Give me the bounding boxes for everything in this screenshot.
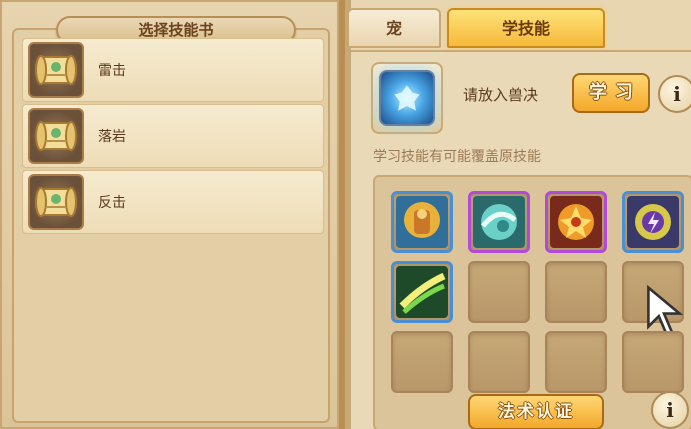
tab-bar: 宠 学技能: [347, 0, 691, 52]
panel-title-text: 选择技能书: [138, 21, 214, 39]
tab-pet[interactable]: 宠: [347, 8, 441, 48]
skill-book-item[interactable]: 落岩: [22, 104, 324, 168]
green-slash-skill-icon: [396, 266, 448, 318]
skill-slot[interactable]: [468, 191, 530, 253]
skill-book-scroll-icon: [28, 174, 84, 230]
skill-book-panel: 选择技能书 雷击 落岩 反击: [0, 0, 345, 429]
empty-skill-slot[interactable]: [622, 331, 684, 393]
skill-book-scroll-icon: [28, 108, 84, 164]
skill-book-item[interactable]: 反击: [22, 170, 324, 234]
skill-book-list: 雷击 落岩 反击: [22, 38, 324, 236]
info-icon[interactable]: i: [658, 75, 691, 113]
learn-button[interactable]: 学习: [572, 73, 650, 113]
beast-book-slot[interactable]: [371, 62, 443, 134]
skill-book-item[interactable]: 雷击: [22, 38, 324, 102]
blue-crystal-book-icon: [379, 70, 435, 126]
info-icon[interactable]: i: [651, 391, 689, 429]
mouse-cursor-icon: [647, 285, 684, 337]
wind-swirl-skill-icon: [473, 196, 525, 248]
insert-book-prompt: 请放入兽决: [463, 86, 539, 104]
empty-skill-slot[interactable]: [545, 331, 607, 393]
skill-slot[interactable]: [391, 191, 453, 253]
current-skills-grid: [391, 191, 684, 393]
empty-skill-slot[interactable]: [391, 331, 453, 393]
spell-certification-button[interactable]: 法术认证: [468, 394, 604, 429]
empty-skill-slot[interactable]: [468, 331, 530, 393]
skill-book-name: 落岩: [98, 129, 126, 145]
skill-book-name: 雷击: [98, 63, 126, 79]
learn-skill-panel: 宠 学技能 请放入兽决 学习 i 学习技能有可能覆盖原技能 法术认证 i: [347, 0, 691, 429]
lightning-orb-skill-icon: [627, 196, 679, 248]
fire-burst-skill-icon: [550, 196, 602, 248]
empty-skill-slot[interactable]: [468, 261, 530, 323]
current-skills-box: [373, 175, 691, 429]
tab-learn-skill[interactable]: 学技能: [447, 8, 605, 48]
skill-slot[interactable]: [545, 191, 607, 253]
empty-skill-slot[interactable]: [622, 261, 684, 337]
empty-skill-slot[interactable]: [545, 261, 607, 323]
golden-idol-skill-icon: [396, 196, 448, 248]
skill-slot[interactable]: [622, 191, 684, 253]
skill-book-scroll-icon: [28, 42, 84, 98]
skill-book-name: 反击: [98, 195, 126, 211]
skill-slot[interactable]: [391, 261, 453, 323]
overwrite-warning: 学习技能有可能覆盖原技能: [373, 149, 541, 165]
